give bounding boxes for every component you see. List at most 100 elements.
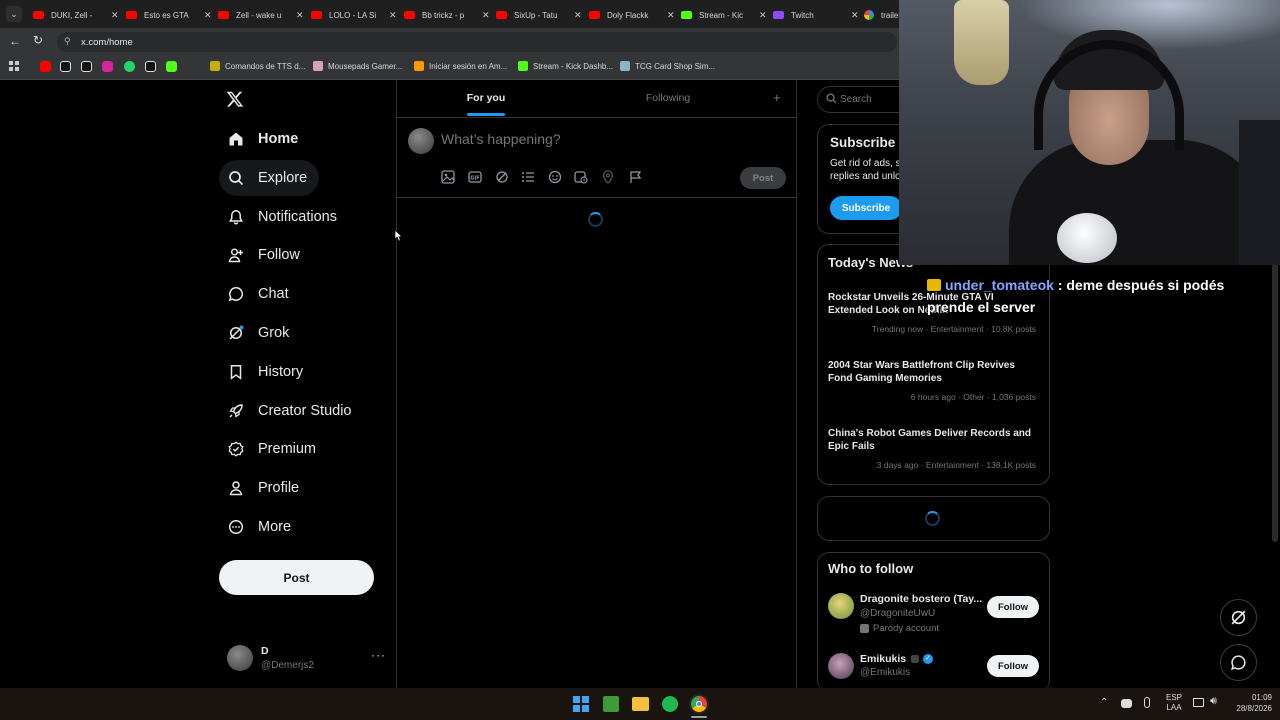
browser-tab[interactable]: LOLO - LA Si ✕ — [311, 4, 397, 26]
tab-for-you[interactable]: For you — [397, 80, 575, 117]
user-avatar[interactable] — [828, 593, 854, 619]
follow-button[interactable]: Follow — [987, 655, 1039, 677]
bookmark-item[interactable]: Comandos de TTS d... — [210, 61, 305, 71]
tab-close-icon[interactable]: ✕ — [574, 10, 582, 21]
file-explorer-icon[interactable] — [632, 697, 649, 711]
tab-close-icon[interactable]: ✕ — [204, 10, 212, 21]
wall-light — [1019, 0, 1280, 50]
back-icon[interactable]: ← — [9, 34, 21, 48]
sidebar-item-notifications[interactable]: Notifications — [219, 199, 349, 235]
tab-following[interactable]: Following — [580, 80, 756, 117]
spotify-icon[interactable] — [662, 696, 678, 712]
more-dots-icon[interactable]: ··· — [371, 648, 386, 662]
display-icon[interactable] — [1193, 698, 1204, 707]
composer-input[interactable]: What’s happening? — [441, 131, 781, 151]
grok-compose-icon[interactable] — [495, 170, 509, 184]
post-button[interactable]: Post — [219, 560, 374, 595]
browser-tab[interactable]: Doly Flackk ✕ — [589, 4, 675, 26]
sidebar-item-follow[interactable]: Follow — [219, 237, 312, 273]
main-column — [396, 80, 797, 688]
sidebar-item-creator-studio[interactable]: Creator Studio — [219, 393, 364, 429]
sidebar-item-more[interactable]: More — [219, 509, 303, 545]
media-icon[interactable] — [441, 170, 455, 184]
tab-close-icon[interactable]: ✕ — [389, 10, 397, 21]
grok-float-button[interactable] — [1220, 599, 1257, 636]
discord-icon[interactable] — [1121, 699, 1132, 708]
sidebar-item-explore[interactable]: Explore — [219, 160, 320, 196]
twitch-icon — [773, 11, 784, 19]
browser-tab[interactable]: DUKI, Zell - ✕ — [33, 4, 119, 26]
active-app-indicator — [691, 716, 707, 718]
follow-button[interactable]: Follow — [987, 596, 1039, 618]
location-icon[interactable] — [601, 170, 615, 184]
composer-avatar[interactable] — [408, 128, 434, 154]
compose-post-label: Post — [752, 172, 774, 184]
browser-tab[interactable]: Esto es GTA ✕ — [126, 4, 212, 26]
add-tab-icon[interactable]: + — [773, 90, 781, 105]
tab-close-icon[interactable]: ✕ — [851, 10, 859, 21]
threads-icon[interactable] — [145, 61, 156, 72]
browser-tab[interactable]: SixUp - Tatu ✕ — [496, 4, 582, 26]
compose-post-button[interactable]: Post — [740, 167, 786, 189]
sidebar-item-home[interactable]: Home — [219, 121, 310, 157]
tab-search-button[interactable]: ⌄ — [6, 6, 22, 22]
youtube-icon[interactable] — [40, 61, 51, 72]
tray-chevron-icon[interactable]: ⌃ — [1100, 697, 1108, 708]
bookmark-item[interactable]: Stream - Kick Dashb... — [518, 61, 613, 71]
tab-close-icon[interactable]: ✕ — [667, 10, 675, 21]
chat-message-line2: prende el server — [927, 299, 1036, 315]
volume-icon[interactable]: 🔊︎ — [1210, 695, 1217, 708]
flag-icon[interactable] — [628, 170, 642, 184]
sidebar-item-label: Premium — [258, 441, 317, 457]
subscribe-button[interactable]: Subscribe — [830, 196, 902, 220]
bookmark-item[interactable]: TCG Card Shop Sim... — [620, 61, 715, 71]
search-icon — [826, 93, 837, 104]
instagram-icon[interactable] — [102, 61, 113, 72]
news-headline[interactable]: China's Robot Games Deliver Records and … — [828, 427, 1038, 453]
sidebar-item-chat[interactable]: Chat — [219, 276, 301, 312]
user-name[interactable]: Emikukis — [860, 653, 906, 665]
sidebar-item-profile[interactable]: Profile — [219, 470, 311, 506]
sidebar-item-history[interactable]: History — [219, 354, 315, 390]
bookmark-item[interactable]: Mousepads Gamer... — [313, 61, 402, 71]
whatsapp-icon[interactable] — [124, 61, 135, 72]
clock[interactable]: 01:09 28/8/2026 — [1220, 692, 1272, 714]
windows-start-icon[interactable] — [573, 696, 589, 712]
minecraft-icon[interactable] — [603, 696, 619, 712]
divider — [397, 117, 796, 118]
gif-icon[interactable]: GIF — [468, 170, 482, 184]
browser-tab[interactable]: Stream - Kic ✕ — [681, 4, 767, 26]
language-indicator[interactable]: ESP LAA — [1166, 693, 1182, 713]
tab-following-label: Following — [645, 92, 691, 104]
tab-close-icon[interactable]: ✕ — [759, 10, 767, 21]
browser-tab[interactable]: Twitch ✕ — [773, 4, 859, 26]
user-avatar[interactable] — [828, 653, 854, 679]
reload-icon[interactable]: ↻ — [33, 33, 43, 47]
tab-title: Doly Flackk — [607, 10, 649, 20]
sidebar-item-grok[interactable]: Grok — [219, 315, 301, 351]
poll-icon[interactable] — [521, 170, 535, 184]
address-bar[interactable]: ⚲ x.com/home — [57, 32, 897, 52]
kick-icon[interactable] — [166, 61, 177, 72]
browser-tab[interactable]: Zell - wake u ✕ — [218, 4, 304, 26]
tab-close-icon[interactable]: ✕ — [482, 10, 490, 21]
bookmark-item[interactable]: Iniciar sesión en Am... — [414, 61, 507, 71]
emoji-icon[interactable] — [548, 170, 562, 184]
chrome-icon[interactable] — [691, 696, 707, 712]
user-name[interactable]: Dragonite bostero (Tay... — [860, 593, 982, 605]
tab-title: SixUp - Tatu — [514, 10, 558, 20]
site-info-icon[interactable]: ⚲ — [64, 36, 71, 47]
account-switcher[interactable]: D @Demerjs2 ··· — [219, 640, 389, 680]
tab-close-icon[interactable]: ✕ — [296, 10, 304, 21]
x-logo[interactable] — [226, 90, 246, 110]
chat-float-button[interactable] — [1220, 644, 1257, 681]
tiktok-icon[interactable] — [81, 61, 92, 72]
sidebar-item-premium[interactable]: Premium — [219, 431, 328, 467]
x-icon[interactable] — [60, 61, 71, 72]
tab-close-icon[interactable]: ✕ — [111, 10, 119, 21]
apps-grid-icon[interactable] — [9, 61, 19, 71]
news-headline[interactable]: 2004 Star Wars Battlefront Clip Revives … — [828, 359, 1038, 385]
browser-tab[interactable]: Bb trickz - p ✕ — [404, 4, 490, 26]
microphone-icon[interactable] — [1144, 697, 1150, 708]
schedule-icon[interactable] — [574, 170, 588, 184]
